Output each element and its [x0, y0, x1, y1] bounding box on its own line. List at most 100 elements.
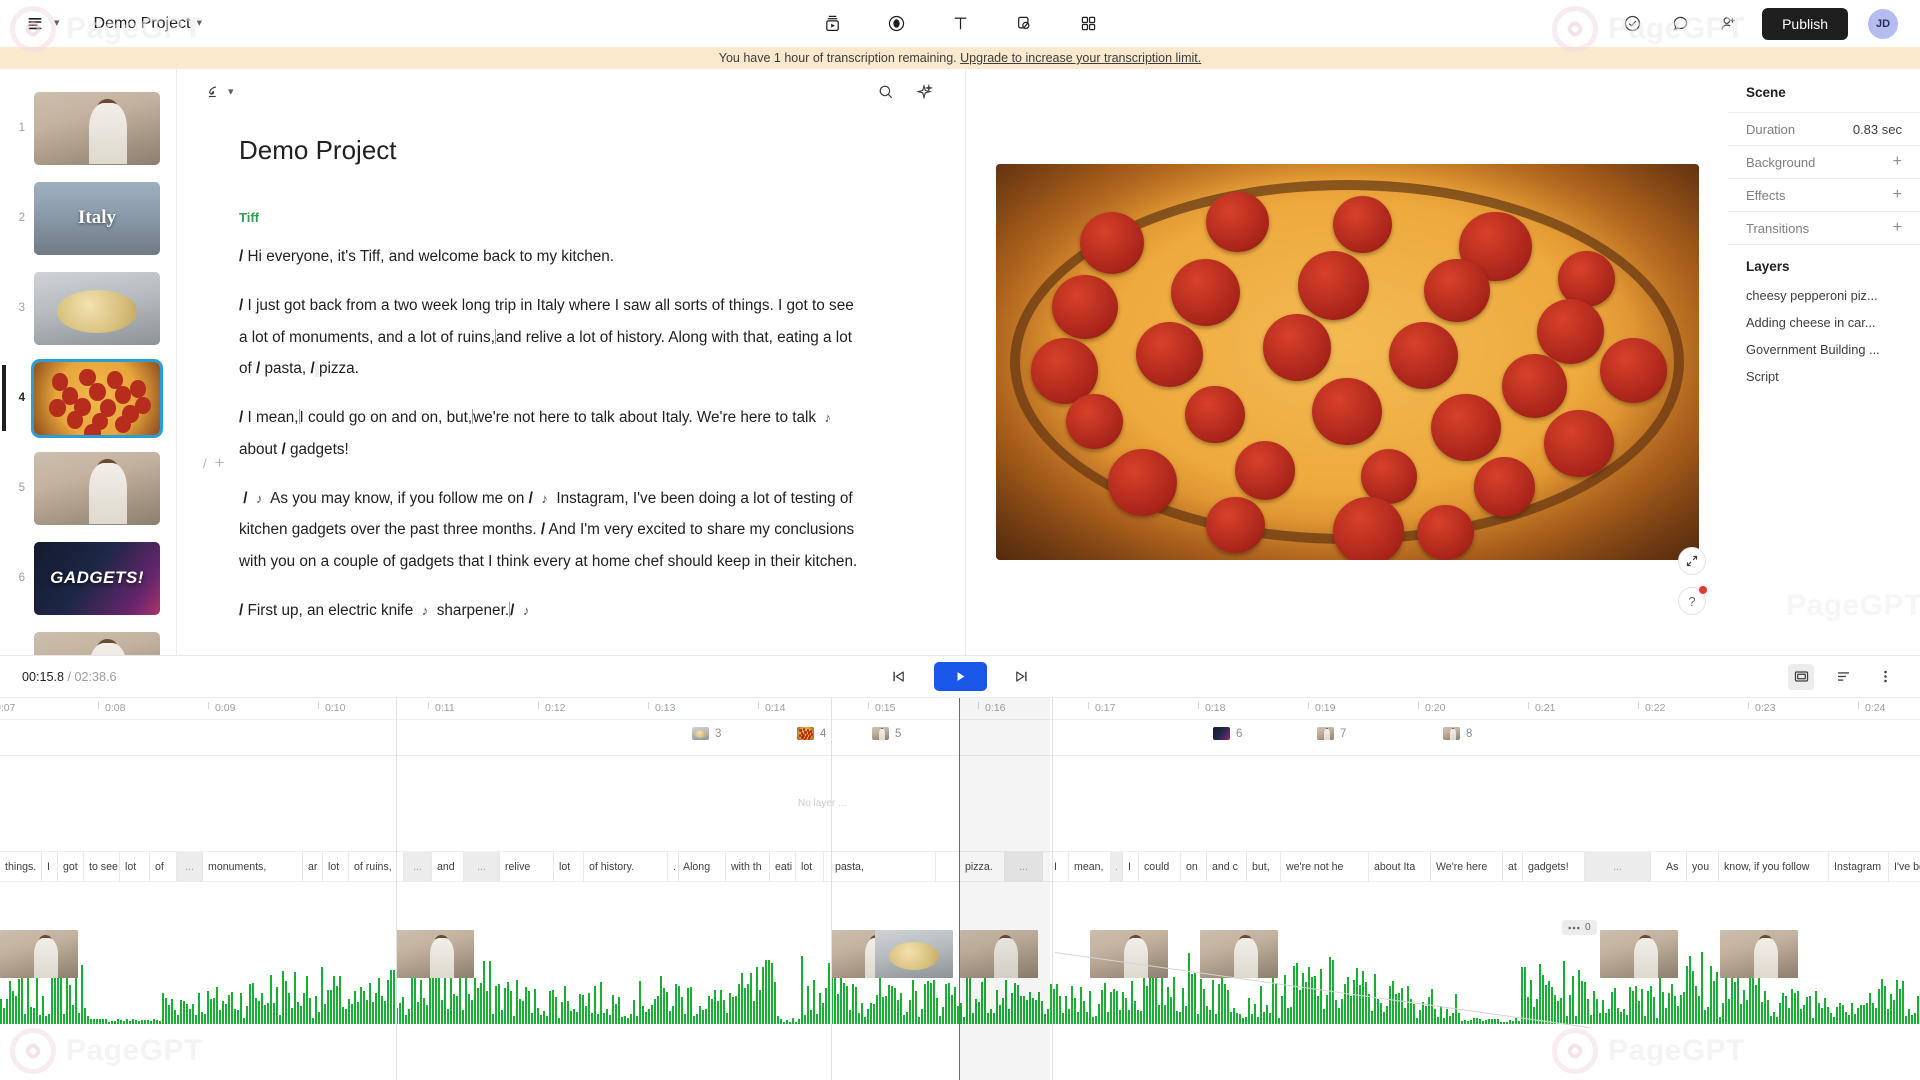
project-title[interactable]: Demo Project	[94, 15, 191, 33]
transcript-paragraph[interactable]: / First up, an electric knife ♪ sharpene…	[239, 595, 859, 626]
scene-rail-item-7[interactable]: 7	[0, 623, 176, 655]
clip-options-chip[interactable]: 0	[1562, 920, 1597, 935]
timeline-word-36[interactable]: at	[1503, 852, 1523, 882]
timeline-word-37[interactable]: gadgets!	[1523, 852, 1585, 882]
scene-row-background[interactable]: Background +	[1728, 145, 1920, 178]
media-icon[interactable]	[817, 9, 847, 39]
scene-thumbnail[interactable]	[34, 362, 160, 435]
transcript-paragraph[interactable]: / ♪ As you may know, if you follow me on…	[239, 483, 859, 577]
timeline-word-42[interactable]: Instagram	[1829, 852, 1889, 882]
publish-button[interactable]: Publish	[1762, 8, 1848, 40]
timeline-word-21[interactable]: lot	[796, 852, 824, 882]
scene-thumbnail[interactable]: Italy	[34, 182, 160, 255]
skip-next-icon[interactable]	[1009, 664, 1035, 690]
timeline-word-41[interactable]: know, if you follow	[1719, 852, 1829, 882]
scene-thumbnail[interactable]: GADGETS!	[34, 542, 160, 615]
timeline-word-18[interactable]: Along	[678, 852, 726, 882]
timeline-word-33[interactable]: we're not he	[1281, 852, 1369, 882]
timeline-word-4[interactable]: lot	[120, 852, 150, 882]
layers-list[interactable]: cheesy pepperoni piz... Adding cheese in …	[1728, 282, 1920, 390]
scene-rail-item-2[interactable]: 2 Italy	[0, 173, 176, 263]
timeline-scene-marker-4[interactable]: 4	[797, 727, 826, 740]
timeline-word-2[interactable]: got	[58, 852, 84, 882]
scene-row-transitions[interactable]: Transitions +	[1728, 211, 1920, 244]
scene-row-effects[interactable]: Effects +	[1728, 178, 1920, 211]
scene-row-duration[interactable]: Duration 0.83 sec	[1728, 112, 1920, 145]
sticker-icon[interactable]	[1009, 9, 1039, 39]
paragraph-add-control[interactable]: / +	[203, 453, 225, 473]
text-icon[interactable]	[945, 9, 975, 39]
scene-thumbnail[interactable]	[34, 92, 160, 165]
pen-chevron-down-icon[interactable]: ▾	[228, 87, 234, 98]
pen-edit-icon[interactable]: ▾	[203, 83, 234, 102]
timeline-word-8[interactable]: ar	[303, 852, 323, 882]
scenes-rail[interactable]: 12Italy3456GADGETS!7	[0, 69, 176, 655]
timeline-word-0[interactable]: things.	[0, 852, 42, 882]
timeline[interactable]: 0:070:080:090:100:110:120:130:140:150:16…	[0, 698, 1920, 1080]
banner-upgrade-link[interactable]: Upgrade to increase your transcription l…	[960, 51, 1201, 65]
check-circle-icon[interactable]	[1618, 10, 1646, 38]
transcript-paragraph[interactable]: / Hi everyone, it's Tiff, and welcome ba…	[239, 241, 859, 272]
layer-item-0[interactable]: cheesy pepperoni piz...	[1728, 282, 1920, 309]
timeline-word-12[interactable]: and	[432, 852, 464, 882]
scene-thumbnail[interactable]	[34, 632, 160, 656]
scene-rail-item-4[interactable]: 4	[0, 353, 176, 443]
help-question-icon[interactable]: ?	[1678, 587, 1706, 615]
timeline-word-40[interactable]: you	[1687, 852, 1719, 882]
transcript-paragraph[interactable]: / I mean,I could go on and on, but,we're…	[239, 402, 859, 465]
layer-item-3[interactable]: Script	[1728, 363, 1920, 390]
timeline-word-34[interactable]: about Ita	[1369, 852, 1431, 882]
layer-item-2[interactable]: Government Building ...	[1728, 336, 1920, 363]
timeline-word-32[interactable]: but,	[1247, 852, 1281, 882]
timeline-word-19[interactable]: with th	[726, 852, 770, 882]
layer-item-1[interactable]: Adding cheese in car...	[1728, 309, 1920, 336]
timeline-word-7[interactable]: monuments,	[203, 852, 303, 882]
transcript-document[interactable]: Demo Project Tiff / Hi everyone, it's Ti…	[177, 115, 965, 655]
scene-rail-item-6[interactable]: 6 GADGETS!	[0, 533, 176, 623]
scene-rail-item-1[interactable]: 1	[0, 83, 176, 173]
scene-thumbnail[interactable]	[34, 272, 160, 345]
transcript-paragraph[interactable]: / I just got back from a two week long t…	[239, 290, 859, 384]
add-icon[interactable]: +	[1893, 154, 1902, 170]
timeline-word-14[interactable]: relive	[500, 852, 554, 882]
add-icon[interactable]: +	[1893, 220, 1902, 236]
timeline-word-43[interactable]: I've been d	[1889, 852, 1920, 882]
avatar[interactable]: JD	[1868, 9, 1898, 39]
timeline-word-31[interactable]: and c	[1207, 852, 1247, 882]
timeline-word-27[interactable]: .	[1111, 852, 1123, 882]
scene-rail-item-5[interactable]: 5	[0, 443, 176, 533]
expand-arrows-icon[interactable]	[1678, 547, 1706, 575]
skip-previous-icon[interactable]	[886, 664, 912, 690]
video-canvas[interactable]	[996, 164, 1699, 560]
scene-thumbnail[interactable]	[34, 452, 160, 525]
play-button[interactable]	[934, 662, 987, 691]
add-person-icon[interactable]	[1714, 10, 1742, 38]
timeline-scene-marker-3[interactable]: 3	[692, 727, 721, 740]
search-icon[interactable]	[871, 77, 901, 107]
timeline-word-3[interactable]: to see	[84, 852, 120, 882]
timeline-word-20[interactable]: eati	[770, 852, 796, 882]
timeline-word-29[interactable]: could	[1139, 852, 1181, 882]
timeline-word-30[interactable]: on	[1181, 852, 1207, 882]
more-vertical-icon[interactable]	[1872, 664, 1898, 690]
apps-grid-icon[interactable]	[1073, 9, 1103, 39]
timeline-word-6[interactable]: ...	[177, 852, 203, 882]
timeline-word-28[interactable]: I	[1123, 852, 1139, 882]
timeline-word-35[interactable]: We're here	[1431, 852, 1503, 882]
comment-icon[interactable]	[1666, 10, 1694, 38]
timeline-word-13[interactable]: ...	[464, 852, 500, 882]
timeline-word-16[interactable]: of history.	[584, 852, 668, 882]
hamburger-menu-icon[interactable]	[22, 11, 48, 37]
timeline-word-22[interactable]: pasta,	[830, 852, 936, 882]
playhead[interactable]	[959, 698, 960, 1080]
timeline-word-39[interactable]: As	[1661, 852, 1687, 882]
timeline-scene-marker-7[interactable]: 7	[1317, 727, 1346, 740]
sparkle-ai-icon[interactable]	[909, 77, 939, 107]
timeline-word-9[interactable]: lot	[323, 852, 349, 882]
project-chevron-down-icon[interactable]: ▾	[196, 18, 202, 29]
timeline-word-15[interactable]: lot	[554, 852, 584, 882]
frame-view-icon[interactable]	[1788, 664, 1814, 690]
list-view-icon[interactable]	[1830, 664, 1856, 690]
timeline-word-38[interactable]: ...	[1585, 852, 1651, 882]
scene-rail-item-3[interactable]: 3	[0, 263, 176, 353]
